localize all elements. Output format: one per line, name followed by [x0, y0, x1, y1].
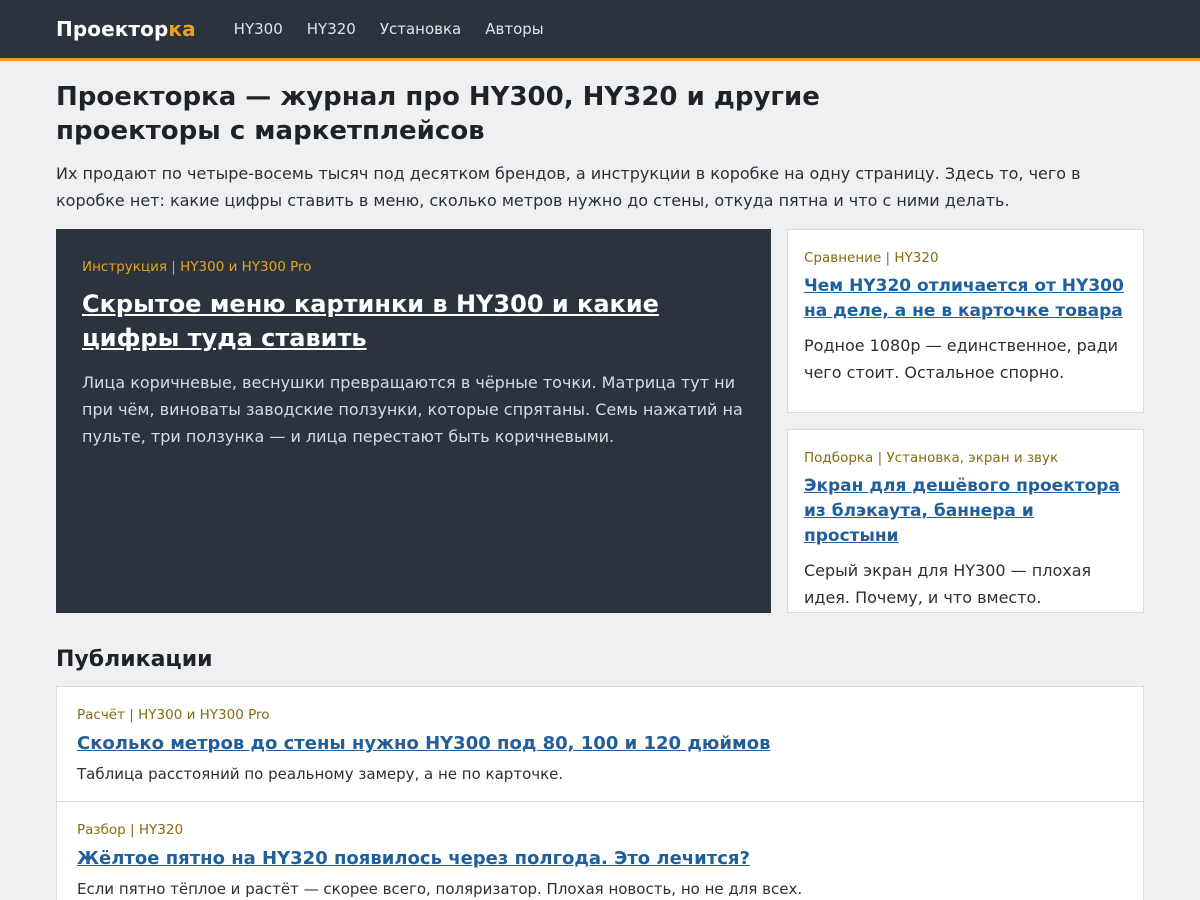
side-card: Подборка | Установка, экран и звук Экран…	[787, 429, 1144, 613]
publications-heading: Публикации	[56, 647, 213, 672]
list-item-meta: Расчёт | HY300 и HY300 Pro	[77, 707, 270, 723]
list-item-description: Таблица расстояний по реальному замеру, …	[77, 765, 564, 783]
nav-item-installation[interactable]: Установка	[380, 20, 461, 38]
nav-item-hy320[interactable]: HY320	[307, 20, 356, 38]
logo-accent-text: ка	[168, 17, 196, 41]
card-title-link[interactable]: Экран для дешёвого проектора из блэкаута…	[804, 474, 1127, 549]
list-item-meta: Разбор | HY320	[77, 822, 184, 838]
featured-title-link[interactable]: Скрытое меню картинки в HY300 и какие ци…	[82, 287, 745, 355]
card-meta: Сравнение | HY320	[804, 250, 939, 266]
featured-grid: Инструкция | HY300 и HY300 Pro Скрытое м…	[56, 229, 1144, 613]
nav-item-authors[interactable]: Авторы	[485, 20, 543, 38]
list-item-description: Если пятно тёплое и растёт — скорее всег…	[77, 880, 803, 898]
featured-meta: Инструкция | HY300 и HY300 Pro	[82, 259, 312, 275]
card-meta: Подборка | Установка, экран и звук	[804, 450, 1059, 466]
card-description: Родное 1080p — единственное, ради чего с…	[804, 336, 1119, 382]
card-title-link[interactable]: Чем HY320 отличается от HY300 на деле, а…	[804, 274, 1127, 324]
site-header: Проекторка HY300 HY320 Установка Авторы	[0, 0, 1200, 61]
card-description: Серый экран для HY300 — плохая идея. Поч…	[804, 561, 1092, 607]
nav-item-hy300[interactable]: HY300	[234, 20, 283, 38]
side-card: Сравнение | HY320 Чем HY320 отличается о…	[787, 229, 1144, 413]
list-item: Разбор | HY320 Жёлтое пятно на HY320 поя…	[57, 802, 1143, 900]
logo-main-text: Проектор	[56, 17, 169, 41]
page-title: Проекторка — журнал про HY300, HY320 и д…	[56, 82, 820, 146]
list-item-title-link[interactable]: Сколько метров до стены нужно HY300 под …	[77, 731, 1123, 757]
side-cards: Сравнение | HY320 Чем HY320 отличается о…	[787, 229, 1144, 613]
featured-description: Лица коричневые, веснушки превращаются в…	[82, 373, 743, 446]
featured-article: Инструкция | HY300 и HY300 Pro Скрытое м…	[56, 229, 771, 613]
list-item-title-link[interactable]: Жёлтое пятно на HY320 появилось через по…	[77, 846, 1123, 872]
list-item: Расчёт | HY300 и HY300 Pro Сколько метро…	[57, 687, 1143, 802]
site-logo[interactable]: Проекторка	[56, 17, 196, 41]
page-intro: Их продают по четыре-восемь тысяч под де…	[56, 164, 1081, 210]
publications-list: Расчёт | HY300 и HY300 Pro Сколько метро…	[56, 686, 1144, 900]
main-content: Проекторка — журнал про HY300, HY320 и д…	[0, 80, 1200, 900]
main-nav: HY300 HY320 Установка Авторы	[234, 20, 544, 38]
